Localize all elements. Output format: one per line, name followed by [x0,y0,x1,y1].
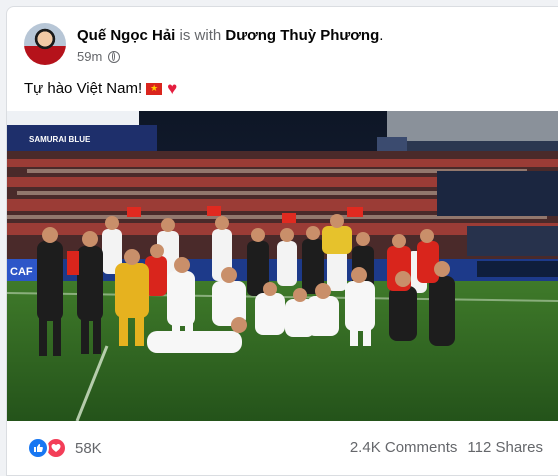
post-card: Quế Ngọc Hải is with Dương Thuỳ Phương. … [6,6,558,476]
post-meta: 59m [77,49,121,64]
avatar[interactable] [24,23,66,65]
globe-icon [108,50,121,63]
reaction-count: 58K [75,439,102,457]
flag-icon: ★ [146,82,163,95]
banner-text: CAF [10,266,33,278]
post-text: Tự hào Việt Nam! ★ ♥ [24,80,177,97]
comments-count[interactable]: 2.4K Comments [350,439,458,456]
reactions-summary[interactable]: 58K [27,437,102,459]
tagged-name[interactable]: Dương Thuỳ Phương [225,27,379,44]
header-period: . [379,27,384,44]
post-footer: 58K 2.4K Comments 112 Shares [7,421,558,475]
board-text: SAMURAI BLUE [29,135,91,144]
like-icon [27,437,49,459]
post-text-content: Tự hào Việt Nam! [24,80,143,97]
author-name[interactable]: Quế Ngọc Hải [77,27,175,44]
heart-emoji: ♥ [167,79,178,98]
post-header: Quế Ngọc Hải is with Dương Thuỳ Phương. [77,27,383,44]
shares-count[interactable]: 112 Shares [467,439,543,456]
post-time[interactable]: 59m [77,49,102,64]
post-stats: 2.4K Comments 112 Shares [350,439,543,456]
with-text: is with [179,27,222,44]
post-photo[interactable]: SAMURAI BLUE CAF [7,111,558,421]
